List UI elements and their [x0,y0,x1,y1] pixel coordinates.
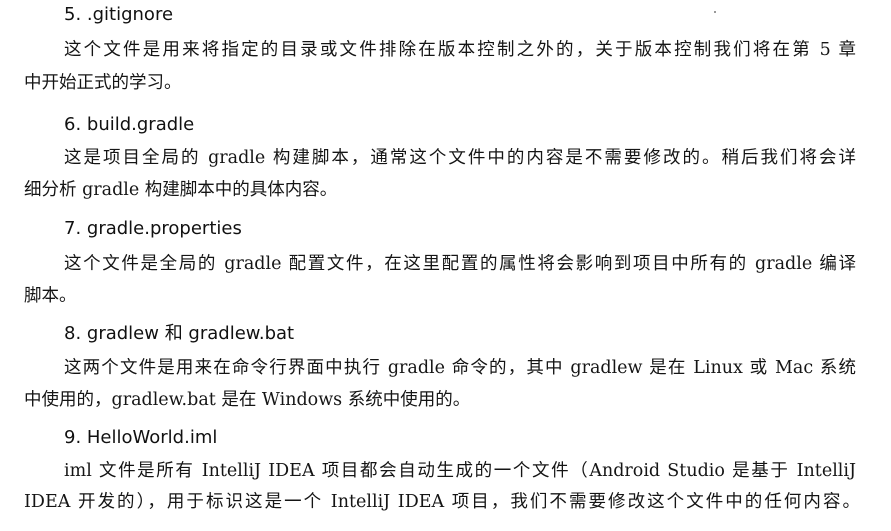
section-heading: 9. HelloWorld.iml [64,427,218,448]
scan-speck [714,11,716,13]
paragraph-line: 中使用的，gradlew.bat 是在 Windows 系统中使用的。 [24,390,471,410]
paragraph-line: 这个文件是全局的 gradle 配置文件，在这里配置的属性将会影响到项目中所有的… [64,254,856,274]
section-heading: 6. build.gradle [64,114,195,135]
section-heading: 8. gradlew 和 gradlew.bat [64,323,295,344]
paragraph-line: 脚本。 [24,286,77,306]
paragraph-line: iml 文件是所有 IntelliJ IDEA 项目都会自动生成的一个文件（An… [64,461,856,481]
paragraph-line: 这个文件是用来将指定的目录或文件排除在版本控制之外的，关于版本控制我们将在第 5… [64,40,856,60]
section-heading: 7. gradle.properties [64,218,242,239]
paragraph-line: 这是项目全局的 gradle 构建脚本，通常这个文件中的内容是不需要修改的。稍后… [64,148,856,168]
paragraph-line: 细分析 gradle 构建脚本中的具体内容。 [24,180,338,200]
book-page: 5. .gitignore 这个文件是用来将指定的目录或文件排除在版本控制之外的… [0,0,891,531]
paragraph-line: IDEA 开发的），用于标识这是一个 IntelliJ IDEA 项目，我们不需… [24,492,860,512]
section-heading: 5. .gitignore [64,4,174,25]
paragraph-line: 中开始正式的学习。 [24,73,182,93]
paragraph-line: 这两个文件是用来在命令行界面中执行 gradle 命令的，其中 gradlew … [64,358,856,378]
